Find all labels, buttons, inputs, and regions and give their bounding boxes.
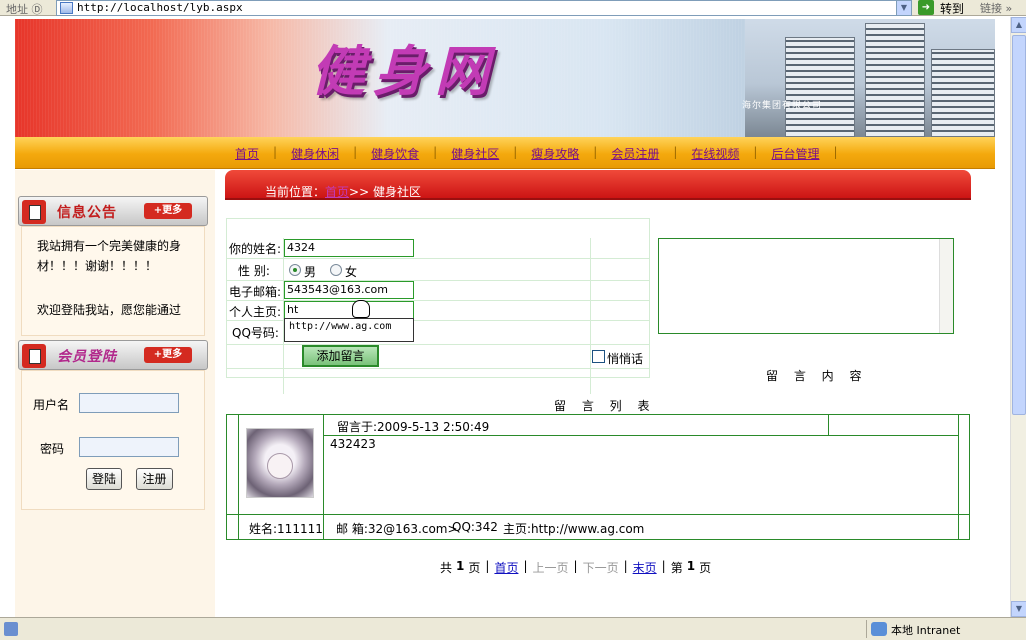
gender-label: 性 别: [238, 264, 270, 278]
page-scrollbar[interactable]: ▲ ▼ [1010, 17, 1026, 617]
go-label: 转到 [940, 2, 965, 16]
message-content-textarea[interactable] [658, 238, 954, 334]
zone-label: 本地 Intranet [891, 624, 961, 637]
notice-icon [22, 200, 46, 224]
last-page-link[interactable]: 末页 [633, 559, 657, 576]
notice-more-button[interactable]: +更多 [144, 203, 192, 219]
username-label: 用户名 [33, 398, 70, 412]
hand-cursor-icon [352, 300, 370, 318]
scroll-up-icon[interactable]: ▲ [1011, 17, 1026, 33]
breadcrumb-home-link[interactable]: 首页 [325, 185, 349, 199]
go-button[interactable]: ➜ 转到 [918, 0, 974, 16]
email-input[interactable]: 543543@163.com [284, 281, 414, 299]
nav-item[interactable]: 会员注册 [597, 145, 673, 162]
password-label: 密码 [40, 442, 65, 456]
breadcrumb: 当前位置：首页>> 健身社区 [265, 185, 421, 199]
building-image [745, 19, 995, 137]
nav-item[interactable]: 首页 [221, 145, 273, 162]
gender-male-label: 男 [304, 265, 317, 279]
current-page: 1 [686, 559, 696, 573]
url-input[interactable]: http://localhost/lyb.aspx ▼ [56, 0, 912, 16]
prev-page-link: 上一页 [532, 561, 569, 575]
user-avatar [246, 428, 314, 498]
gender-female-radio[interactable] [330, 264, 342, 276]
banner-caption: 海尔集团有限公司 [742, 101, 823, 111]
message-content-label: 留 言 内 容 [766, 369, 868, 383]
member-icon [22, 344, 46, 368]
password-input[interactable] [79, 437, 179, 457]
private-checkbox[interactable] [592, 350, 605, 363]
name-input[interactable]: 4324 [284, 239, 414, 257]
qq-label: QQ号码: [232, 326, 279, 340]
name-label: 你的姓名: [229, 242, 282, 256]
message-list-title: 留 言 列 表 [554, 399, 656, 413]
next-page-link: 下一页 [582, 561, 619, 575]
gender-male-radio[interactable] [289, 264, 301, 276]
nav-item[interactable]: 健身饮食 [357, 145, 433, 162]
nav-item[interactable]: 在线视频 [677, 145, 753, 162]
first-page-link[interactable]: 首页 [494, 559, 518, 576]
security-zone: 本地 Intranet [866, 620, 1016, 638]
message-author-qq: QQ:342 [452, 520, 498, 534]
message-body: 432423 [330, 437, 376, 451]
autocomplete-suggestion[interactable]: http://www.ag.com [284, 318, 414, 342]
scroll-down-icon[interactable]: ▼ [1011, 601, 1026, 617]
notice-line: 我站拥有一个完美健康的身 [37, 239, 182, 253]
login-more-button[interactable]: +更多 [144, 347, 192, 363]
chevron-down-icon[interactable]: ▼ [896, 1, 911, 15]
notice-panel-header: 信息公告 +更多 [18, 196, 208, 226]
register-button[interactable]: 注册 [136, 468, 173, 490]
site-logo-title: 健身网 [311, 39, 497, 103]
content-header: 当前位置：首页>> 健身社区 [225, 170, 971, 200]
username-input[interactable] [79, 393, 179, 413]
intranet-icon [871, 622, 887, 636]
login-button[interactable]: 登陆 [86, 468, 122, 490]
pagination: 共1页 | 首页 | 上一页 | 下一页 | 末页 | 第1页 [440, 559, 712, 576]
links-button[interactable]: 链接 » [980, 0, 1012, 16]
address-label: 地址 Ⓓ [6, 3, 43, 16]
message-author-homepage: 主页:http://www.ag.com [503, 522, 645, 536]
homepage-input[interactable]: ht [284, 301, 414, 319]
private-label: 悄悄话 [607, 352, 644, 366]
scroll-thumb[interactable] [1012, 35, 1026, 415]
gender-female-label: 女 [345, 265, 358, 279]
total-pages: 1 [456, 559, 465, 573]
add-message-button[interactable]: 添加留言 [302, 345, 379, 367]
page-icon [60, 2, 73, 14]
email-label: 电子邮箱: [229, 285, 282, 299]
login-panel-header: 会员登陆 +更多 [18, 340, 208, 370]
url-text: http://localhost/lyb.aspx [77, 1, 243, 14]
nav-item[interactable]: 健身休闲 [277, 145, 353, 162]
notice-line: 欢迎登陆我站，愿您能通过 [37, 303, 182, 317]
nav-separator: | [833, 145, 838, 159]
status-bar: 本地 Intranet [0, 617, 1026, 640]
site-banner: 健身网 [15, 19, 995, 137]
textarea-scrollbar[interactable] [939, 239, 953, 333]
message-author-email: 邮 箱:32@163.com> [336, 522, 458, 536]
nav-item[interactable]: 瘦身攻略 [517, 145, 593, 162]
message-author-name: 姓名:111111 [249, 522, 323, 536]
address-bar: 地址 Ⓓ http://localhost/lyb.aspx ▼ ➜ 转到 链接… [0, 0, 1026, 16]
login-title: 会员登陆 [57, 349, 117, 365]
go-arrow-icon: ➜ [918, 0, 934, 15]
page-status-icon [4, 622, 18, 636]
homepage-label: 个人主页: [229, 305, 282, 319]
nav-item[interactable]: 后台管理 [757, 145, 833, 162]
message-time: 留言于:2009-5-13 2:50:49 [337, 420, 490, 434]
nav-item[interactable]: 健身社区 [437, 145, 513, 162]
main-nav: 首页 | 健身休闲 | 健身饮食 | 健身社区 | 瘦身攻略 | 会员注册 | 在线视频 | 后台管理 | [15, 137, 995, 169]
notice-line: 材！！！谢谢！！！！ [37, 259, 158, 273]
notice-title: 信息公告 [57, 205, 117, 221]
